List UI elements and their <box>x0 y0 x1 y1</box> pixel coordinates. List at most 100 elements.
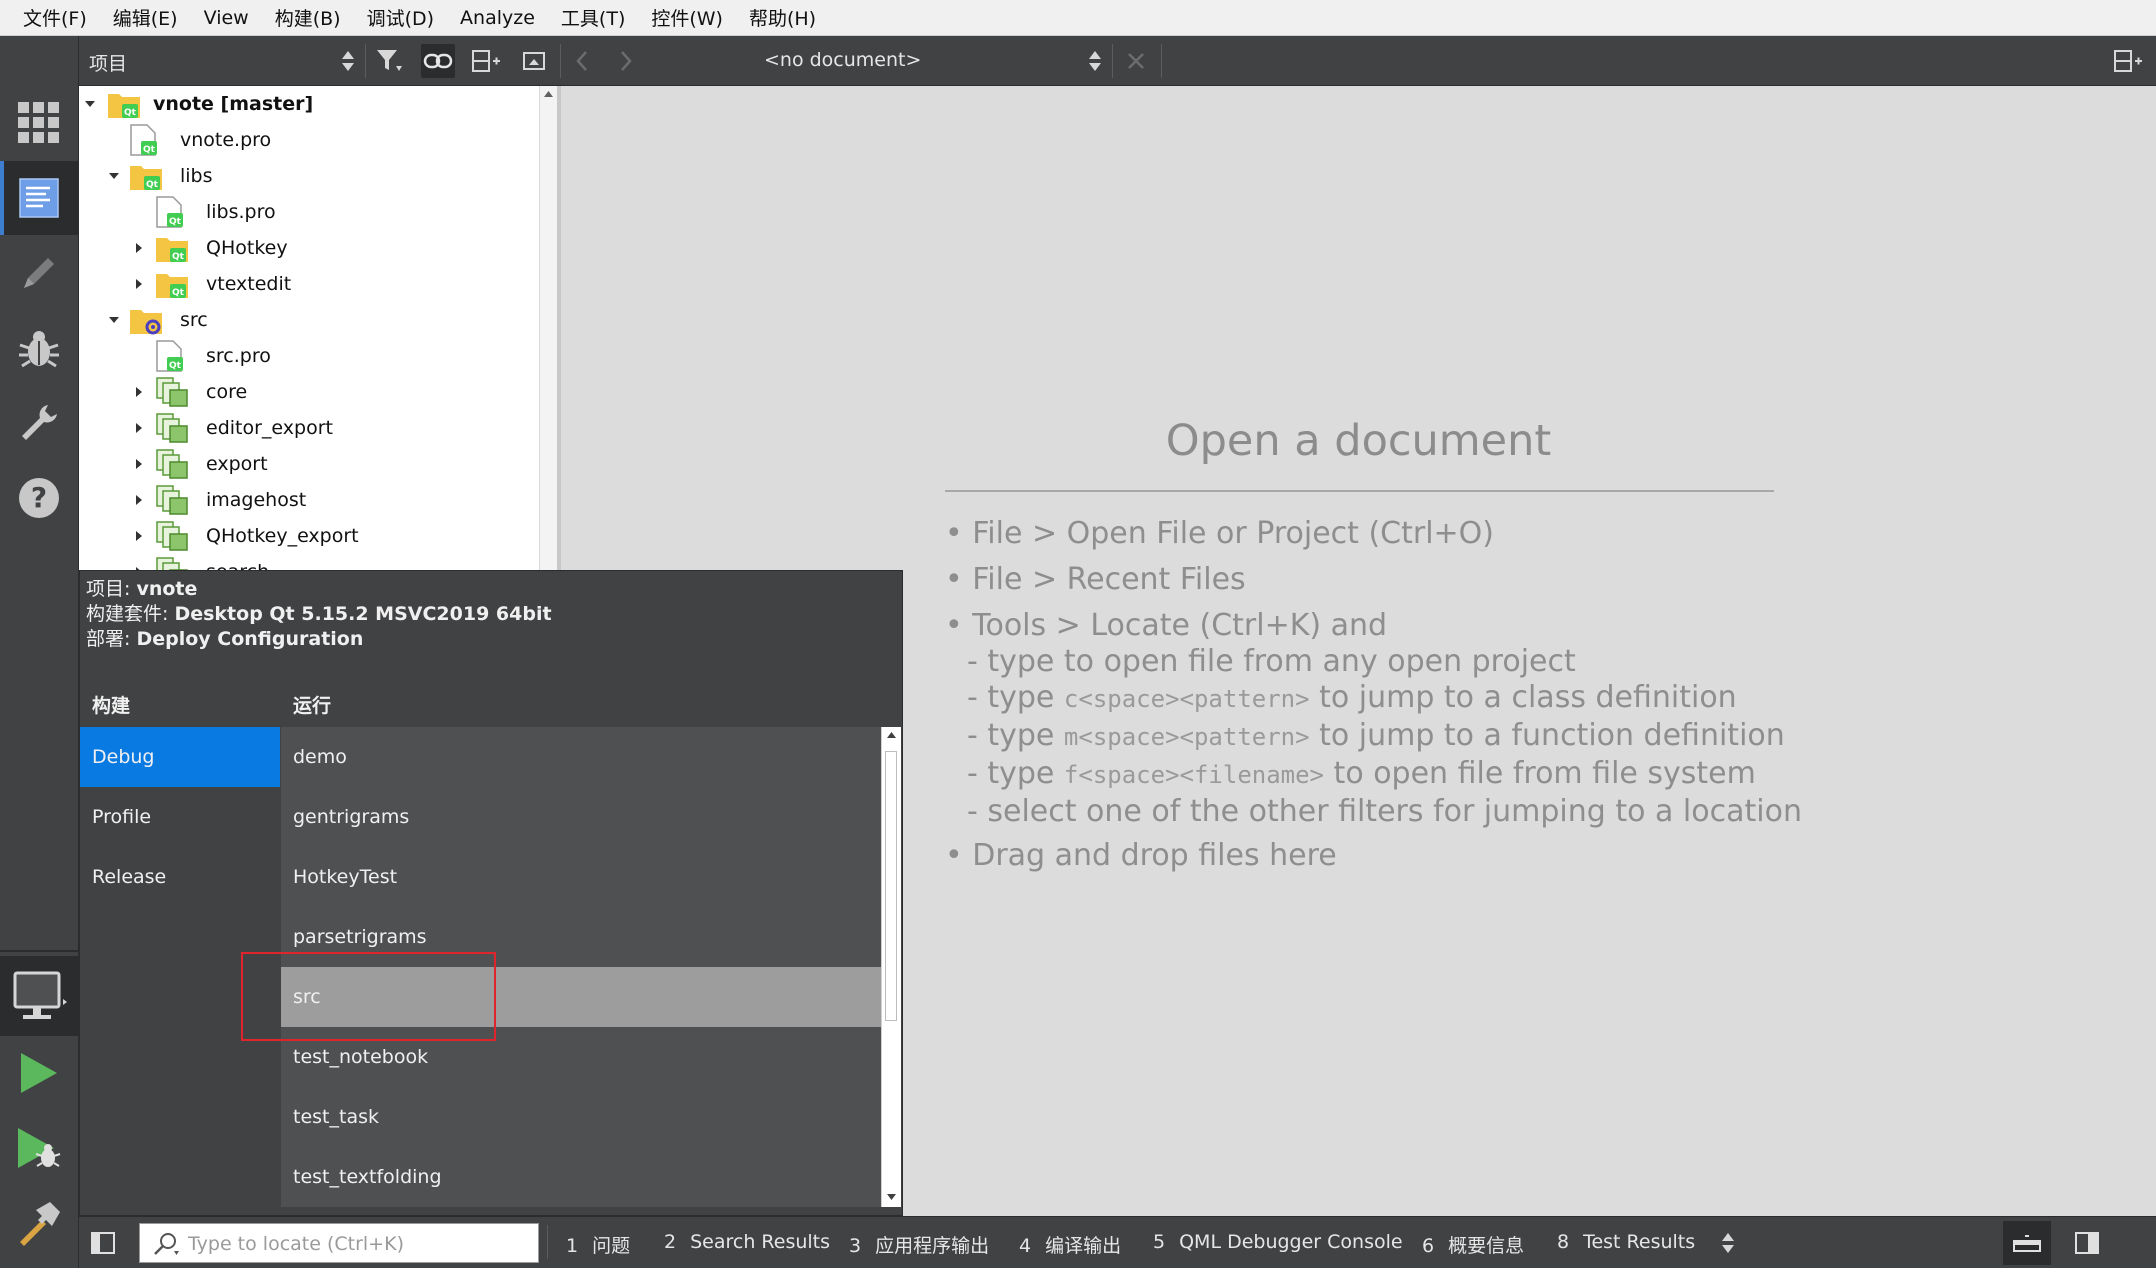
menu-build[interactable]: 构建(B) <box>262 4 354 31</box>
kit-selector-button[interactable] <box>0 956 78 1036</box>
scroll-down-arrow-icon[interactable] <box>886 1193 897 1201</box>
pane-compile-output[interactable]: 4 编译输出 <box>1019 1231 1121 1258</box>
pane-app-output[interactable]: 3 应用程序输出 <box>849 1231 989 1258</box>
tree-row-search[interactable]: search <box>79 554 535 570</box>
annotation-highlight-box <box>241 952 496 1041</box>
collapsed-arrow-icon[interactable] <box>132 421 146 435</box>
tip-drag-drop: • Drag and drop files here <box>945 838 1337 873</box>
tree-row-qhotkey-export[interactable]: QHotkey_export <box>79 518 535 554</box>
mode-help[interactable]: ? <box>0 461 78 535</box>
pane-general-messages[interactable]: 6 概要信息 <box>1422 1231 1524 1258</box>
scroll-up-arrow-icon[interactable] <box>886 731 897 739</box>
pane-label: 概要信息 <box>1448 1235 1525 1257</box>
menu-debug[interactable]: 调试(D) <box>354 4 447 31</box>
toggle-right-sidebar-button[interactable] <box>2073 1229 2101 1257</box>
tree-row-editor-export[interactable]: editor_export <box>79 410 535 446</box>
pane-number: 6 <box>1422 1235 1435 1257</box>
updown-arrows-icon[interactable] <box>1088 50 1102 72</box>
tip-code: c<space><pattern> <box>1063 685 1310 713</box>
run-list-scrollbar[interactable] <box>881 727 901 1207</box>
tree-row-vtextedit[interactable]: Qt vtextedit <box>79 266 535 302</box>
build-config-release[interactable]: Release <box>80 847 280 907</box>
scroll-up-arrow-icon[interactable] <box>543 90 554 98</box>
collapsed-arrow-icon[interactable] <box>132 457 146 471</box>
run-config-demo[interactable]: demo <box>281 727 881 787</box>
pane-search-results[interactable]: 2 Search Results <box>664 1231 830 1253</box>
updown-arrows-icon[interactable] <box>341 50 355 72</box>
mode-projects[interactable] <box>0 386 78 460</box>
run-config-test-task[interactable]: test_task <box>281 1087 881 1147</box>
document-selector[interactable]: <no document> <box>764 49 921 71</box>
tree-row-export[interactable]: export <box>79 446 535 482</box>
filter-tree-button[interactable] <box>373 44 407 78</box>
close-sidebar-button[interactable] <box>517 44 551 78</box>
build-config-debug[interactable]: Debug <box>80 727 280 787</box>
run-button[interactable] <box>0 1036 78 1110</box>
menu-widgets[interactable]: 控件(W) <box>638 4 736 31</box>
pane-qml-debugger[interactable]: 5 QML Debugger Console <box>1153 1231 1403 1253</box>
menu-edit[interactable]: 编辑(E) <box>100 4 191 31</box>
build-button[interactable] <box>0 1186 78 1260</box>
expanded-arrow-icon[interactable] <box>83 97 97 111</box>
mode-design[interactable] <box>0 236 78 310</box>
run-config-hotkeytest[interactable]: HotkeyTest <box>281 847 881 907</box>
go-forward-button[interactable] <box>609 44 643 78</box>
toggle-sidebar-button[interactable] <box>89 1229 117 1257</box>
pane-issues[interactable]: 1 问题 <box>566 1231 630 1258</box>
mode-welcome[interactable] <box>0 86 78 160</box>
expanded-arrow-icon[interactable] <box>107 169 121 183</box>
kit-kit-value: Desktop Qt 5.15.2 MSVC2019 64bit <box>174 603 552 625</box>
toggle-progress-button[interactable] <box>2003 1221 2051 1265</box>
project-tree[interactable]: Qt vnote [master] Qt vnote.pro Qt libs Q… <box>79 86 557 570</box>
tree-row-root[interactable]: Qt vnote [master] <box>79 86 535 122</box>
menu-view[interactable]: View <box>191 7 262 29</box>
qt-pro-file-icon: Qt <box>130 124 157 156</box>
tree-row-imagehost[interactable]: imagehost <box>79 482 535 518</box>
collapsed-arrow-icon[interactable] <box>132 493 146 507</box>
go-back-button[interactable] <box>565 44 599 78</box>
sync-with-editor-button[interactable] <box>421 44 455 78</box>
mode-edit[interactable] <box>0 161 78 235</box>
tree-item-label: core <box>206 381 248 403</box>
build-config-profile[interactable]: Profile <box>80 787 280 847</box>
menu-help[interactable]: 帮助(H) <box>736 4 829 31</box>
mode-debug[interactable] <box>0 312 78 386</box>
collapsed-arrow-icon[interactable] <box>132 529 146 543</box>
tree-row-src[interactable]: src <box>79 302 535 338</box>
view-selector[interactable]: 项目 <box>89 49 127 76</box>
expanded-arrow-icon[interactable] <box>107 313 121 327</box>
split-button[interactable] <box>469 44 503 78</box>
close-document-button[interactable] <box>1119 44 1153 78</box>
collapsed-arrow-icon[interactable] <box>132 277 146 291</box>
tree-row-libs-pro[interactable]: Qt libs.pro <box>79 194 535 230</box>
tree-scrollbar[interactable] <box>539 86 557 570</box>
status-separator <box>547 1225 548 1259</box>
build-column-header: 构建 <box>92 695 131 717</box>
tree-item-label: src <box>180 309 208 331</box>
menu-file[interactable]: 文件(F) <box>10 4 100 31</box>
tree-row-libs[interactable]: Qt libs <box>79 158 535 194</box>
close-pane-icon <box>523 52 545 70</box>
debug-run-button[interactable] <box>0 1112 78 1186</box>
locator-input[interactable] <box>188 1230 528 1258</box>
split-editor-button[interactable] <box>2111 44 2145 78</box>
tree-item-label: QHotkey_export <box>206 525 359 547</box>
pane-number: 5 <box>1153 1231 1166 1253</box>
tree-row-vnote-pro[interactable]: Qt vnote.pro <box>79 122 535 158</box>
menu-tools[interactable]: 工具(T) <box>548 4 638 31</box>
tree-row-qhotkey[interactable]: Qt QHotkey <box>79 230 535 266</box>
tree-row-core[interactable]: core <box>79 374 535 410</box>
locator-box[interactable] <box>139 1223 539 1263</box>
updown-arrows-icon[interactable] <box>1721 1232 1735 1254</box>
run-config-gentrigrams[interactable]: gentrigrams <box>281 787 881 847</box>
menu-analyze[interactable]: Analyze <box>447 7 548 29</box>
run-config-test-textfolding[interactable]: test_textfolding <box>281 1147 881 1207</box>
pane-test-results[interactable]: 8 Test Results <box>1557 1231 1695 1253</box>
tree-row-src-pro[interactable]: Qt src.pro <box>79 338 535 374</box>
toolbar-separator <box>560 44 561 78</box>
collapsed-arrow-icon[interactable] <box>132 385 146 399</box>
svg-text:?: ? <box>31 481 47 514</box>
scrollbar-thumb[interactable] <box>885 751 897 1021</box>
tree-item-label: vnote.pro <box>180 129 272 151</box>
collapsed-arrow-icon[interactable] <box>132 241 146 255</box>
